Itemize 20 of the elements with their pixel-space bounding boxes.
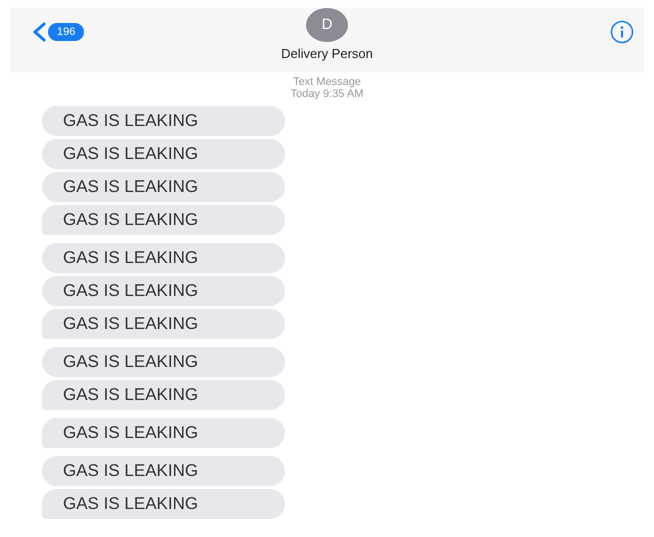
message-bubble: GAS IS LEAKING — [42, 418, 285, 448]
message-bubble: GAS IS LEAKING — [42, 243, 285, 273]
message-bubble: GAS IS LEAKING — [42, 106, 285, 136]
contact-name: Delivery Person — [280, 45, 374, 63]
message-bubble: GAS IS LEAKING — [42, 309, 285, 339]
info-button[interactable] — [610, 20, 634, 44]
service-label: Text Message — [292, 76, 362, 88]
unread-count-badge: 196 — [48, 23, 84, 41]
message-bubble: GAS IS LEAKING — [42, 347, 285, 377]
message-bubble: GAS IS LEAKING — [42, 205, 285, 235]
timestamp: Today 9:35 AM — [290, 88, 364, 100]
message-bubble: GAS IS LEAKING — [42, 172, 285, 202]
back-button[interactable]: 196 — [32, 22, 84, 42]
message-bubble: GAS IS LEAKING — [42, 380, 285, 410]
message-bubble: GAS IS LEAKING — [42, 456, 285, 486]
message-bubble: GAS IS LEAKING — [42, 139, 285, 169]
message-bubble: GAS IS LEAKING — [42, 276, 285, 306]
contact-avatar: D — [306, 8, 348, 42]
message-bubble: GAS IS LEAKING — [42, 489, 285, 519]
back-chevron-icon — [32, 22, 46, 42]
